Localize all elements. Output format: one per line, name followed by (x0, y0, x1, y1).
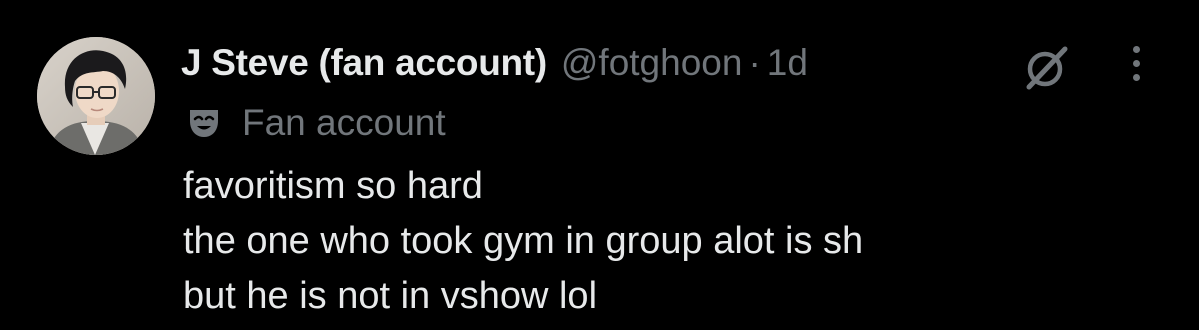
display-name[interactable]: J Steve (fan account) (181, 37, 547, 89)
tweet-text-line: the one who took gym in group alot is sh (183, 220, 864, 262)
tweet-text-line: but he is not in vshow lol (183, 275, 598, 317)
label-text: Fan account (242, 102, 446, 143)
tweet-text: favoritism so hard the one who took gym … (183, 159, 863, 324)
account-label: Fan account (186, 100, 446, 146)
tweet-text-line: favoritism so hard (183, 165, 483, 207)
more-options-icon[interactable] (1120, 41, 1152, 85)
tweet[interactable]: J Steve (fan account) @fotghoon · 1d Fan… (0, 0, 1199, 330)
user-handle[interactable]: @fotghoon (561, 37, 743, 89)
tweet-header: J Steve (fan account) @fotghoon · 1d (181, 37, 808, 89)
timestamp[interactable]: 1d (767, 37, 808, 89)
grok-icon[interactable] (1021, 43, 1071, 93)
avatar[interactable] (37, 37, 155, 155)
theater-mask-icon (190, 110, 218, 137)
separator-dot: · (748, 42, 761, 83)
